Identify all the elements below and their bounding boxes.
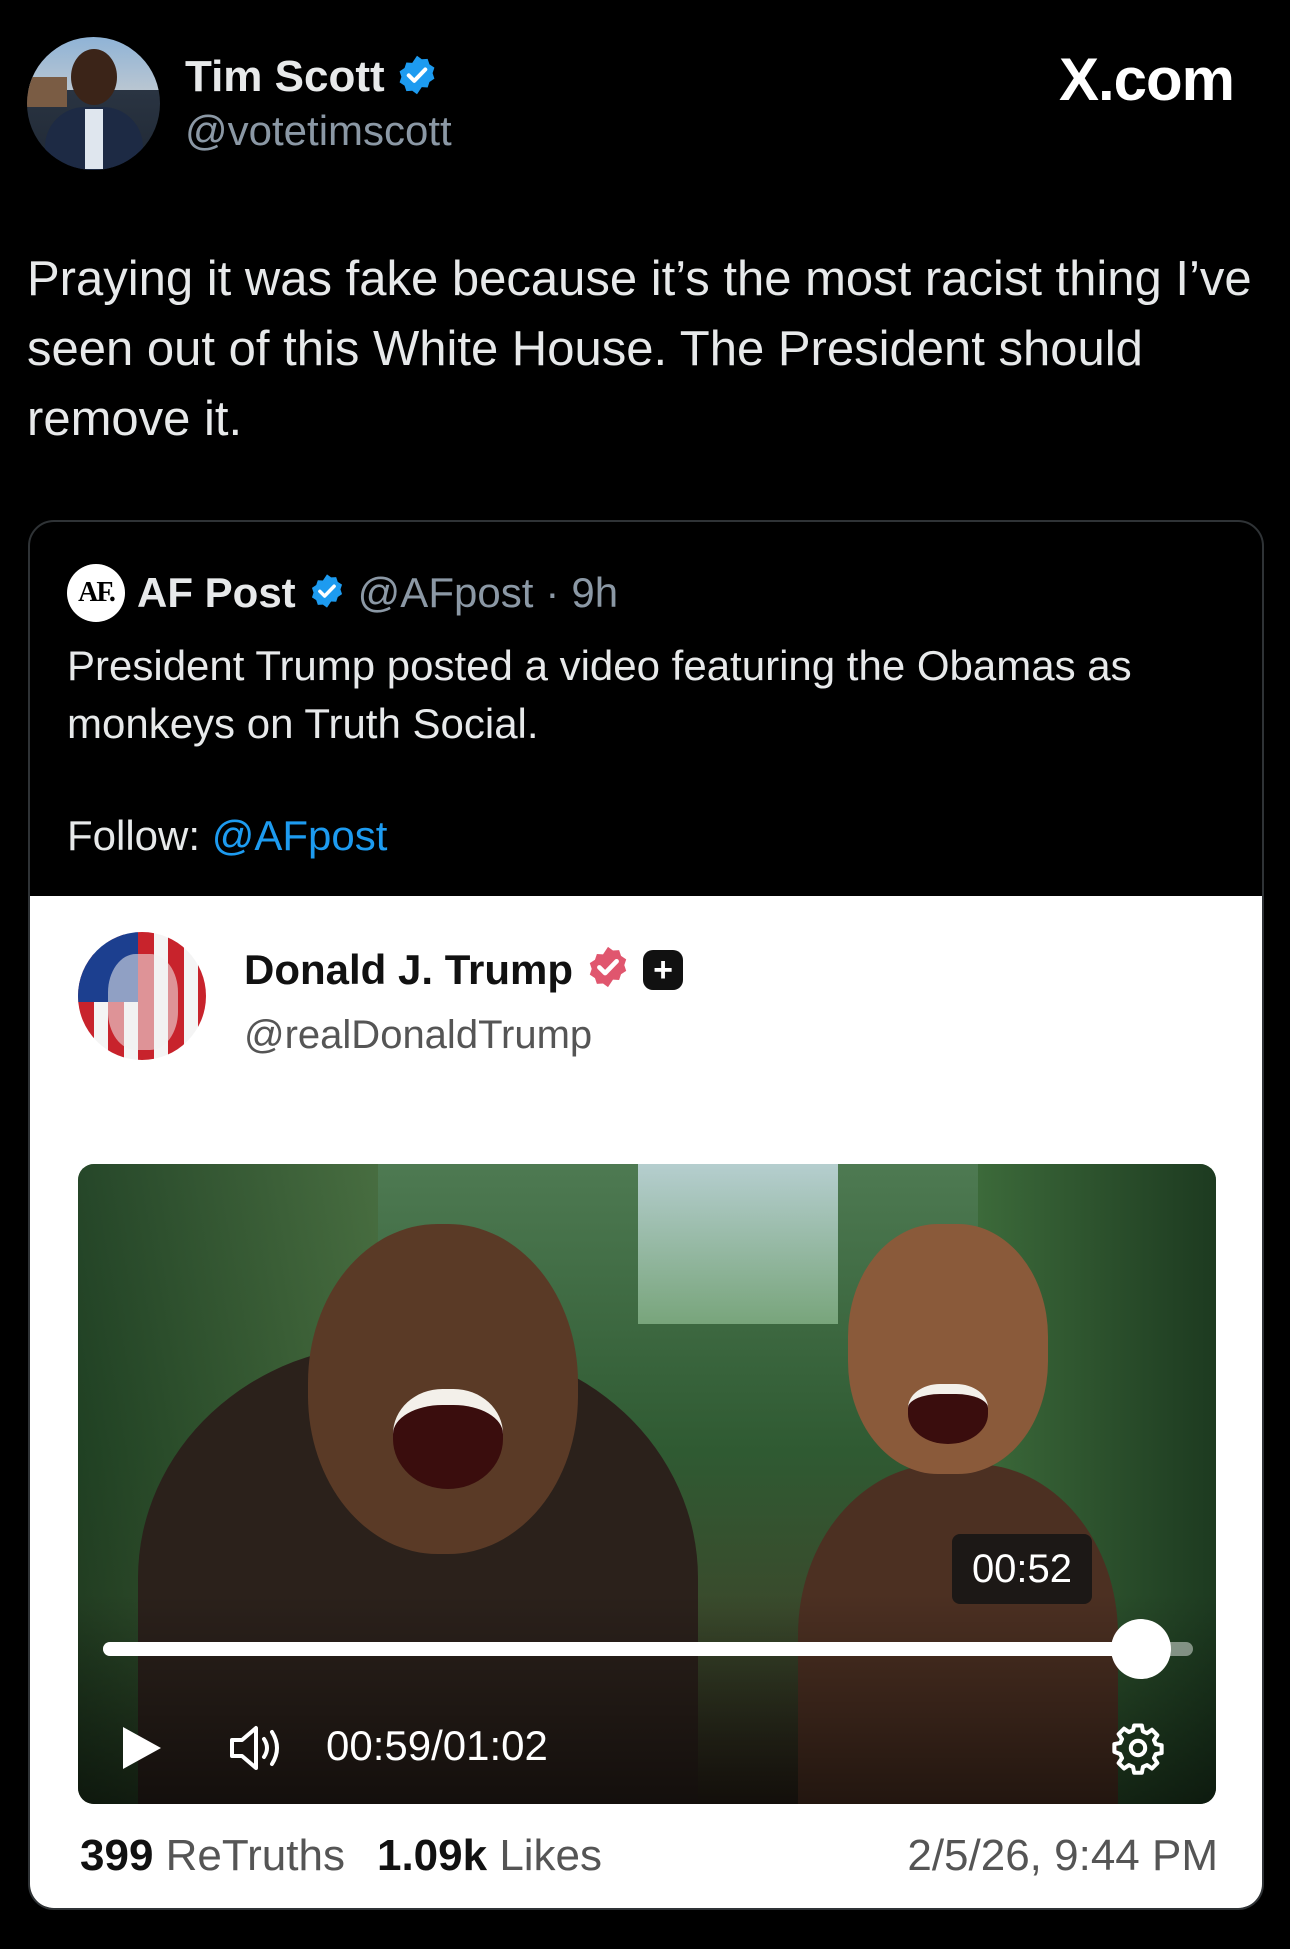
- author-name-row[interactable]: Tim Scott: [185, 52, 439, 102]
- embed-post-date: 2/5/26, 9:44 PM: [907, 1831, 1218, 1880]
- duration: 01:02: [442, 1722, 548, 1769]
- follow-link[interactable]: @AFpost: [212, 812, 388, 859]
- af-post-logo[interactable]: AF.: [67, 564, 125, 622]
- progress-fill: [103, 1642, 1141, 1656]
- embed-display-name: Donald J. Trump: [244, 945, 574, 993]
- author-handle[interactable]: @votetimscott: [185, 107, 452, 155]
- follow-label: Follow:: [67, 812, 201, 859]
- retruths-label: ReTruths: [165, 1831, 345, 1880]
- likes-count: 1.09k: [376, 1831, 488, 1880]
- video-progress-bar[interactable]: [103, 1619, 1193, 1679]
- video-player[interactable]: 00:52 00:59/01:02: [78, 1164, 1216, 1804]
- quoted-post[interactable]: AF. AF Post @AFpost · 9h President Trump…: [28, 520, 1264, 1910]
- quoted-author-handle[interactable]: @AFpost: [358, 569, 534, 617]
- retruths-stat[interactable]: 399 ReTruths: [80, 1831, 345, 1881]
- quoted-post-age[interactable]: 9h: [571, 569, 618, 617]
- likes-stat[interactable]: 1.09k Likes: [377, 1831, 602, 1881]
- follow-line: Follow: @AFpost: [67, 812, 387, 860]
- verified-badge-icon: [308, 572, 346, 615]
- quoted-post-header: AF. AF Post @AFpost · 9h: [67, 564, 618, 622]
- verified-badge-icon: [395, 53, 439, 102]
- embed-name-row: Donald J. Trump +: [244, 944, 684, 995]
- quoted-author-name[interactable]: AF Post: [137, 569, 296, 617]
- meta-separator: ·: [545, 569, 560, 616]
- scrub-time-tooltip: 00:52: [952, 1534, 1092, 1604]
- current-time: 00:59: [326, 1722, 432, 1769]
- embedded-truth-post[interactable]: Donald J. Trump + @realDonaldTrump 00:52: [30, 896, 1262, 1908]
- play-icon[interactable]: [116, 1719, 166, 1777]
- post-text: Praying it was fake because it’s the mos…: [27, 252, 1252, 446]
- video-time-readout: 00:59/01:02: [326, 1722, 548, 1770]
- author-display-name[interactable]: Tim Scott: [185, 52, 385, 102]
- trump-avatar: [78, 932, 206, 1060]
- source-site-label: X.com: [1058, 46, 1235, 113]
- time-separator: /: [431, 1722, 443, 1769]
- gear-icon[interactable]: [1110, 1719, 1166, 1777]
- author-avatar[interactable]: [27, 37, 160, 170]
- plus-badge-icon: +: [643, 949, 684, 990]
- quoted-post-text: President Trump posted a video featuring…: [67, 642, 1132, 747]
- embed-handle: @realDonaldTrump: [244, 1013, 593, 1057]
- volume-icon[interactable]: [228, 1719, 284, 1777]
- retruths-count: 399: [80, 1831, 154, 1880]
- likes-label: Likes: [499, 1831, 603, 1880]
- embed-stats: 399 ReTruths 1.09k Likes: [80, 1831, 602, 1881]
- truth-verified-badge-icon: [585, 944, 631, 995]
- progress-handle[interactable]: [1110, 1619, 1171, 1679]
